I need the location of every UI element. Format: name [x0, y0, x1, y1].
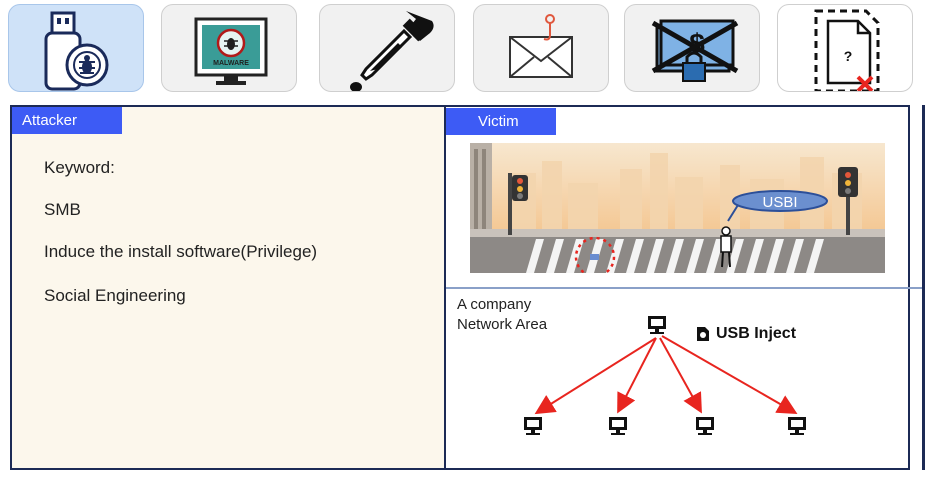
dropper-tile[interactable]: [319, 4, 455, 92]
dropper-icon: [350, 11, 434, 91]
street-scene: USBI: [470, 143, 885, 273]
phishing-mail-tile[interactable]: [473, 4, 609, 92]
keyword-item: Induce the install software(Privilege): [44, 242, 318, 261]
usb-malware-icon: [44, 11, 109, 91]
victim-tag: Victim: [446, 108, 556, 135]
usbi-bubble-label: USBI: [762, 194, 797, 211]
panel-edge: [922, 105, 925, 470]
phishing-mail-icon: [509, 14, 573, 78]
target-computer-icon: [609, 417, 627, 435]
malware-caption: MALWARE: [213, 60, 249, 67]
target-computer-icon: [696, 417, 714, 435]
unknown-file-icon: ?: [814, 9, 880, 91]
victim-divider: [446, 287, 922, 289]
unknown-file-tile[interactable]: ?: [777, 4, 913, 92]
source-computer-icon: [648, 316, 666, 334]
malware-monitor-tile[interactable]: MALWARE: [161, 4, 297, 92]
target-computer-icon: [524, 417, 542, 435]
target-computer-icon: [788, 417, 806, 435]
keyword-item: Social Engineering: [44, 286, 186, 305]
keyword-item: SMB: [44, 200, 81, 219]
attacker-tag: Attacker: [12, 107, 122, 134]
ransom-locked-money-icon: $: [651, 19, 739, 82]
malware-monitor-icon: MALWARE: [194, 17, 268, 85]
keyword-heading: Keyword:: [44, 158, 115, 177]
ransom-tile[interactable]: $: [624, 4, 760, 92]
network-diagram: [524, 316, 806, 435]
unknown-file-caption: ?: [844, 48, 853, 64]
usb-malware-tile[interactable]: [8, 4, 144, 92]
dropped-usb-icon: [590, 254, 599, 260]
